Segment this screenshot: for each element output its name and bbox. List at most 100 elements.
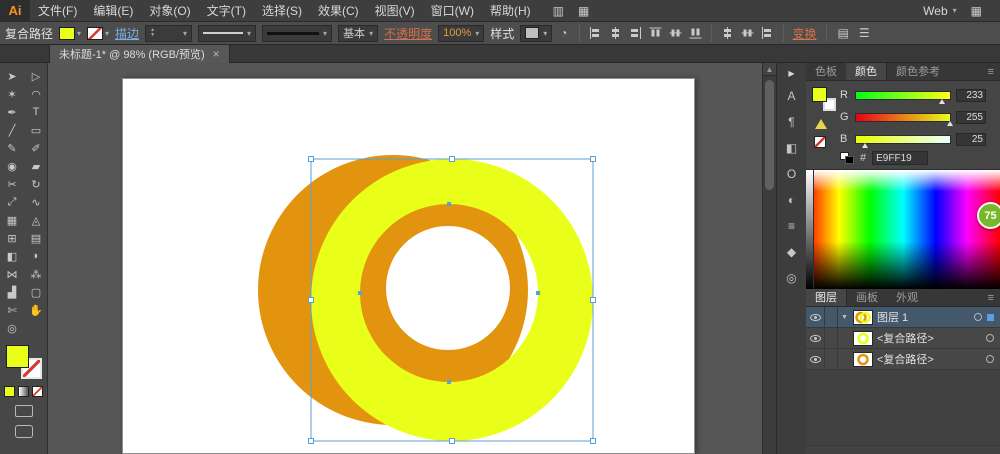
perspective-grid-tool[interactable]: ⊞ (1, 230, 23, 247)
document-layout-icon[interactable]: ▦ (578, 4, 589, 18)
menu-object[interactable]: 对象(O) (141, 0, 198, 22)
brush-basic-select[interactable]: 基本 ▾ (338, 25, 378, 42)
distribute-vertical-icon[interactable] (741, 27, 753, 40)
character-panel-icon[interactable]: A (780, 86, 804, 106)
stepper-arrows-icon[interactable]: ▲▼ (150, 28, 155, 38)
gradient-button[interactable] (18, 386, 29, 397)
selection-handle[interactable] (309, 298, 314, 303)
selection-handle[interactable] (591, 439, 596, 444)
vertical-scrollbar[interactable]: ▲ (762, 63, 776, 454)
black-white-swatches[interactable] (840, 152, 854, 164)
align-top-icon[interactable] (649, 27, 661, 40)
fill-stroke-mini-widget[interactable] (812, 87, 836, 111)
eraser-tool[interactable]: ▰ (25, 158, 47, 175)
blob-brush-tool[interactable]: ◉ (1, 158, 23, 175)
scroll-up-icon[interactable]: ▲ (763, 63, 776, 76)
menu-select[interactable]: 选择(S) (254, 0, 310, 22)
align-vertical-center-icon[interactable] (669, 27, 681, 40)
menu-window[interactable]: 窗口(W) (423, 0, 482, 22)
color-spectrum[interactable] (806, 169, 1000, 289)
brush-definition-select[interactable]: ▾ (262, 25, 332, 42)
lock-toggle[interactable] (825, 307, 838, 327)
align-horizontal-center-icon[interactable] (609, 27, 622, 39)
lock-toggle[interactable] (825, 328, 838, 348)
free-transform-tool[interactable]: ▦ (1, 212, 23, 229)
visibility-toggle[interactable] (806, 307, 825, 327)
recolor-artwork-icon[interactable]: ◔ (558, 26, 569, 40)
layer-name[interactable]: <复合路径> (877, 330, 934, 346)
target-circle-icon[interactable] (986, 334, 994, 342)
column-graph-tool[interactable]: ▟ (1, 284, 23, 301)
arrange-documents-icon[interactable]: ▥ (553, 4, 564, 18)
align-left-icon[interactable] (589, 27, 602, 39)
symbol-sprayer-tool[interactable]: ⁂ (25, 266, 47, 283)
slider-pointer[interactable] (862, 143, 868, 148)
fill-stroke-widget[interactable] (6, 345, 42, 379)
yellow-ring-path[interactable] (311, 159, 593, 441)
hex-value-field[interactable]: E9FF19 (872, 151, 928, 165)
style-select[interactable]: ▾ (520, 25, 552, 42)
panel-menu-icon[interactable]: ≡ (982, 63, 1000, 80)
disclosure-triangle-icon[interactable]: ▼ (838, 314, 851, 321)
green-channel-slider[interactable] (855, 113, 951, 122)
layer-row[interactable]: ▼ 图层 1 (806, 307, 1000, 328)
panel-options-icon[interactable]: ☰ (857, 26, 872, 40)
isolate-object-icon[interactable]: ▤ (836, 26, 851, 40)
appearance-panel-icon[interactable]: ◎ (780, 268, 804, 288)
distribute-horizontal-icon[interactable] (721, 27, 734, 39)
tab-appearance[interactable]: 外观 (887, 289, 927, 306)
color-button[interactable] (4, 386, 15, 397)
selection-handle[interactable] (591, 157, 596, 162)
drawing-mode-button[interactable] (15, 405, 33, 417)
menu-type[interactable]: 文字(T) (199, 0, 254, 22)
pencil-tool[interactable]: ✐ (25, 140, 47, 157)
selection-handle[interactable] (591, 298, 596, 303)
blend-tool[interactable]: ⋈ (1, 266, 23, 283)
layer-row[interactable]: <复合路径> (806, 328, 1000, 349)
lock-toggle[interactable] (825, 349, 838, 369)
fill-proxy-mini[interactable] (812, 87, 827, 102)
artboard-tool[interactable]: ▢ (25, 284, 47, 301)
align-right-icon[interactable] (629, 27, 642, 39)
type-tool[interactable]: T (25, 104, 47, 121)
stroke-weight-stepper[interactable]: ▲▼ ▾ (145, 25, 192, 42)
distribute-spacing-icon[interactable] (761, 27, 774, 39)
blue-channel-slider[interactable] (855, 135, 951, 144)
rotate-tool[interactable]: ↻ (25, 176, 47, 193)
zoom-tool[interactable]: ◎ (1, 320, 23, 337)
menu-view[interactable]: 视图(V) (367, 0, 423, 22)
magic-wand-tool[interactable]: ✶ (1, 86, 23, 103)
panel-menu-icon[interactable]: ≡ (982, 289, 1000, 306)
gradient-tool[interactable]: ◧ (1, 248, 23, 265)
tab-artboards[interactable]: 画板 (847, 289, 887, 306)
opentype-panel-icon[interactable]: O (780, 164, 804, 184)
blue-channel-value[interactable]: 25 (956, 133, 986, 146)
out-of-gamut-warning-icon[interactable] (815, 119, 827, 129)
fill-proxy[interactable] (6, 345, 29, 368)
selection-handle[interactable] (450, 157, 455, 162)
none-swatch[interactable] (814, 136, 826, 148)
opacity-select[interactable]: 100% ▾ (438, 25, 484, 42)
selection-indicator[interactable] (987, 314, 994, 321)
lasso-tool[interactable]: ◠ (25, 86, 47, 103)
layer-name[interactable]: <复合路径> (877, 351, 934, 367)
width-tool[interactable]: ∿ (25, 194, 47, 211)
pen-tool[interactable]: ✒ (1, 104, 23, 121)
anchor-point[interactable] (358, 291, 362, 295)
layer-row[interactable]: <复合路径> (806, 349, 1000, 370)
red-channel-value[interactable]: 233 (956, 89, 986, 102)
workspace-switcher[interactable]: Web ▾ (923, 4, 956, 18)
fill-color-control[interactable]: ▾ (59, 27, 81, 40)
rectangle-tool[interactable]: ▭ (25, 122, 47, 139)
visibility-toggle[interactable] (806, 349, 825, 369)
selection-handle[interactable] (309, 157, 314, 162)
slider-pointer[interactable] (947, 121, 953, 126)
line-tool[interactable]: ╱ (1, 122, 23, 139)
visibility-toggle[interactable] (806, 328, 825, 348)
stroke-color-control[interactable]: ▾ (87, 27, 109, 40)
canvas-area[interactable] (48, 63, 762, 454)
slice-tool[interactable]: ✄ (1, 302, 23, 319)
stroke-link[interactable]: 描边 (115, 25, 139, 42)
anchor-point[interactable] (447, 380, 451, 384)
selection-tool[interactable]: ➤ (1, 68, 23, 85)
